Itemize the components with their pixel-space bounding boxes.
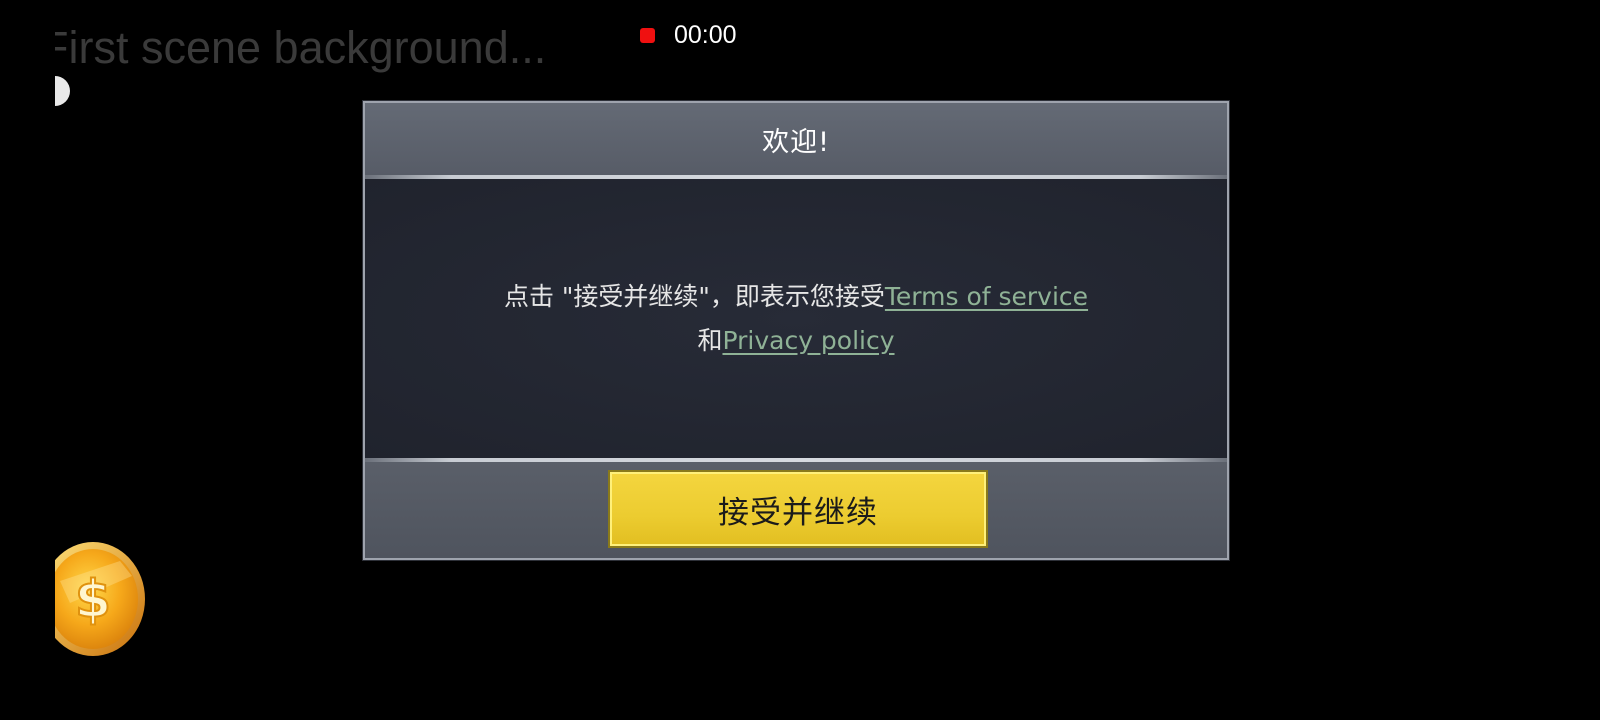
accept-and-continue-button[interactable]: 接受并继续 [608,470,988,548]
screen-left-edge [0,0,55,720]
consent-message-text: 点击 "接受并继续"，即表示您接受 [503,281,885,311]
screen-recording-indicator: 00:00 [640,20,737,50]
dollar-coin-icon[interactable]: $ [40,541,147,658]
privacy-policy-link[interactable]: Privacy policy [722,326,894,355]
record-dot-icon [640,27,655,43]
terms-dialog: 欢迎! 点击 "接受并继续"，即表示您接受Terms of service 和P… [363,101,1229,560]
consent-message-line-1: 点击 "接受并继续"，即表示您接受Terms of service [504,275,1088,319]
conjunction-text: 和 [697,325,723,355]
recording-timer: 00:00 [674,21,737,49]
consent-message-line-2: 和Privacy policy [697,319,894,363]
dialog-header: 欢迎! [365,103,1227,175]
terms-of-service-link[interactable]: Terms of service [885,282,1088,311]
dialog-footer: 接受并继续 [365,462,1227,558]
loading-status-text: First scene background... [55,22,547,73]
accept-button-label: 接受并继续 [718,494,878,531]
dialog-title: 欢迎! [762,126,830,158]
dialog-body: 点击 "接受并继续"，即表示您接受Terms of service 和Priva… [365,179,1227,458]
svg-text:$: $ [75,570,111,630]
game-screen: First scene background... 00:00 欢迎! 点击 "… [0,0,1600,720]
